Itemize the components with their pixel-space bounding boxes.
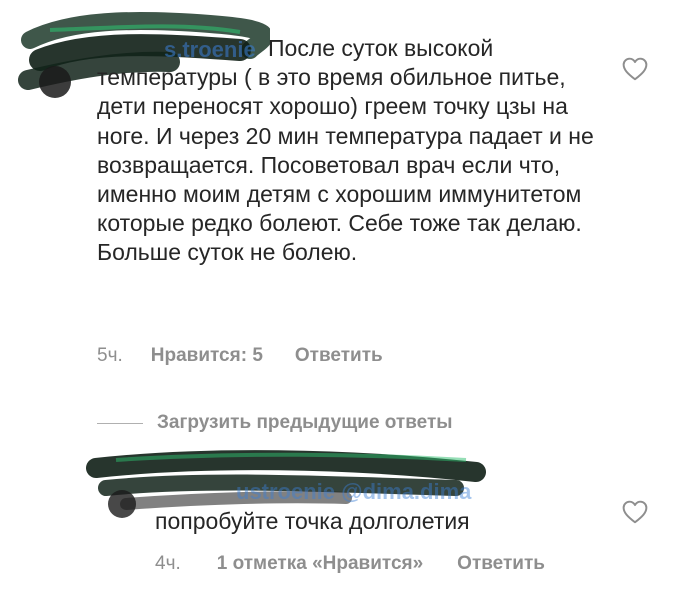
- divider-line: [97, 422, 143, 424]
- heart-outline-icon[interactable]: [622, 500, 648, 524]
- comment-meta: 4ч. 1 отметка «Нравится» Ответить: [155, 551, 545, 577]
- comment-meta: 5ч. Нравится: 5 Ответить: [97, 343, 383, 369]
- reply-button[interactable]: Ответить: [295, 345, 383, 367]
- likes-count-link[interactable]: Нравится: 5: [151, 345, 263, 367]
- comment-time: 5ч.: [97, 345, 123, 366]
- comment-time: 4ч.: [155, 553, 181, 574]
- load-previous-replies-button[interactable]: Загрузить предыдущие ответы: [97, 409, 453, 437]
- heart-outline-icon[interactable]: [622, 57, 648, 81]
- likes-count-link[interactable]: 1 отметка «Нравится»: [217, 553, 423, 575]
- comment-username[interactable]: ustroenie @dima.dima: [236, 478, 471, 506]
- comment: s.troenie После суток высокой температур…: [0, 0, 686, 390]
- comment-text: После суток высокой температуры ( в это …: [97, 35, 594, 266]
- comment-text: попробуйте точка долголетия: [155, 508, 470, 534]
- reply-button[interactable]: Ответить: [457, 553, 545, 575]
- load-previous-label: Загрузить предыдущие ответы: [157, 412, 453, 433]
